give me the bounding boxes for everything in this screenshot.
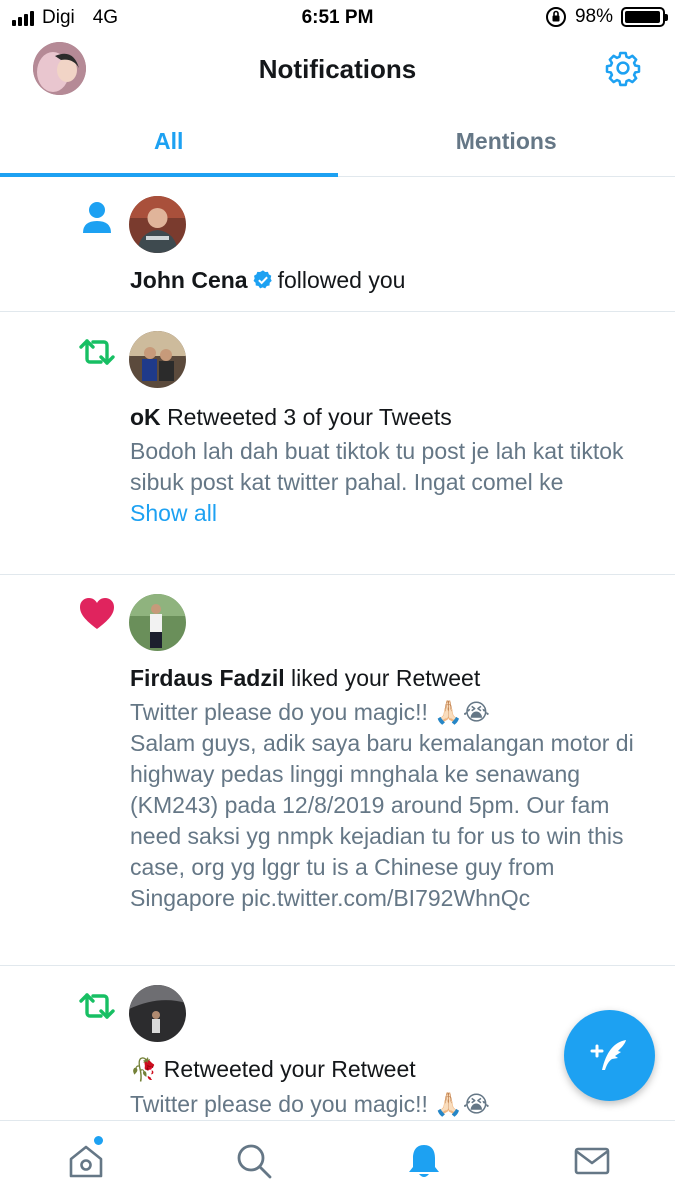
tweet-snippet[interactable]: Twitter please do you magic!! 🙏🏻😭: [130, 1089, 645, 1120]
heart-icon: [80, 598, 114, 629]
retweet-icon: [79, 339, 115, 365]
bell-icon[interactable]: [404, 1141, 444, 1181]
notification-like[interactable]: Firdaus Fadzil liked your Retweet Twitte…: [0, 575, 675, 966]
actor-name[interactable]: John Cena: [130, 267, 248, 293]
actor-name[interactable]: 🥀: [130, 1055, 157, 1085]
page-title: Notifications: [258, 54, 417, 84]
tweet-snippet[interactable]: Twitter please do you magic!! 🙏🏻😭 Salam …: [130, 697, 645, 914]
avatar[interactable]: [129, 594, 186, 651]
avatar-image: [129, 594, 186, 651]
avatar-image: [129, 196, 186, 253]
avatar[interactable]: [129, 985, 186, 1042]
show-all-link[interactable]: Show all: [130, 498, 645, 528]
actor-name[interactable]: Firdaus Fadzil: [130, 665, 285, 691]
retweet-icon: [79, 993, 115, 1019]
notification-headline: John Cena followed you: [130, 265, 645, 295]
tweet-first-line: Twitter please do you magic!! 🙏🏻😭: [130, 699, 490, 725]
actor-name[interactable]: oK: [130, 404, 161, 430]
tab-all[interactable]: All: [0, 102, 338, 177]
verified-badge-icon: [253, 270, 272, 289]
orientation-lock-icon: [545, 7, 566, 27]
header: Notifications: [0, 36, 675, 102]
home-badge-dot: [94, 1136, 103, 1145]
person-icon: [83, 202, 111, 233]
notification-feed: John Cena followed you oK Retweeted 3 of…: [0, 177, 675, 1120]
avatar[interactable]: [129, 331, 186, 388]
battery-icon: [621, 7, 668, 27]
compose-icon: [590, 1039, 626, 1070]
action-text: followed you: [277, 267, 406, 293]
action-text: liked your Retweet: [291, 665, 481, 691]
status-bar: Digi 4G 6:51 PM 98%: [0, 0, 675, 36]
tab-mentions[interactable]: Mentions: [338, 102, 675, 176]
notification-headline: oK Retweeted 3 of your Tweets: [130, 402, 645, 432]
gear-icon[interactable]: [604, 49, 642, 87]
home-icon[interactable]: [66, 1141, 106, 1181]
avatar-image: [129, 985, 186, 1042]
notification-follow[interactable]: John Cena followed you: [0, 177, 675, 312]
battery-label: 98%: [574, 6, 613, 27]
tab-bar: All Mentions: [0, 102, 675, 177]
action-text: Retweeted your Retweet: [163, 1056, 416, 1082]
notification-retweet[interactable]: oK Retweeted 3 of your Tweets Bodoh lah …: [0, 312, 675, 575]
action-text: Retweeted 3 of your Tweets: [167, 404, 452, 430]
tweet-snippet[interactable]: Bodoh lah dah buat tiktok tu post je lah…: [130, 436, 645, 498]
status-right: 98%: [545, 6, 668, 28]
mail-icon[interactable]: [572, 1141, 612, 1181]
compose-tweet-button[interactable]: [564, 1010, 655, 1101]
tweet-body: Salam guys, adik saya baru kemalangan mo…: [130, 730, 634, 911]
search-icon[interactable]: [234, 1141, 274, 1181]
bottom-nav: [0, 1120, 675, 1200]
avatar-image: [129, 331, 186, 388]
notification-headline: Firdaus Fadzil liked your Retweet: [130, 663, 645, 693]
avatar[interactable]: [129, 196, 186, 253]
